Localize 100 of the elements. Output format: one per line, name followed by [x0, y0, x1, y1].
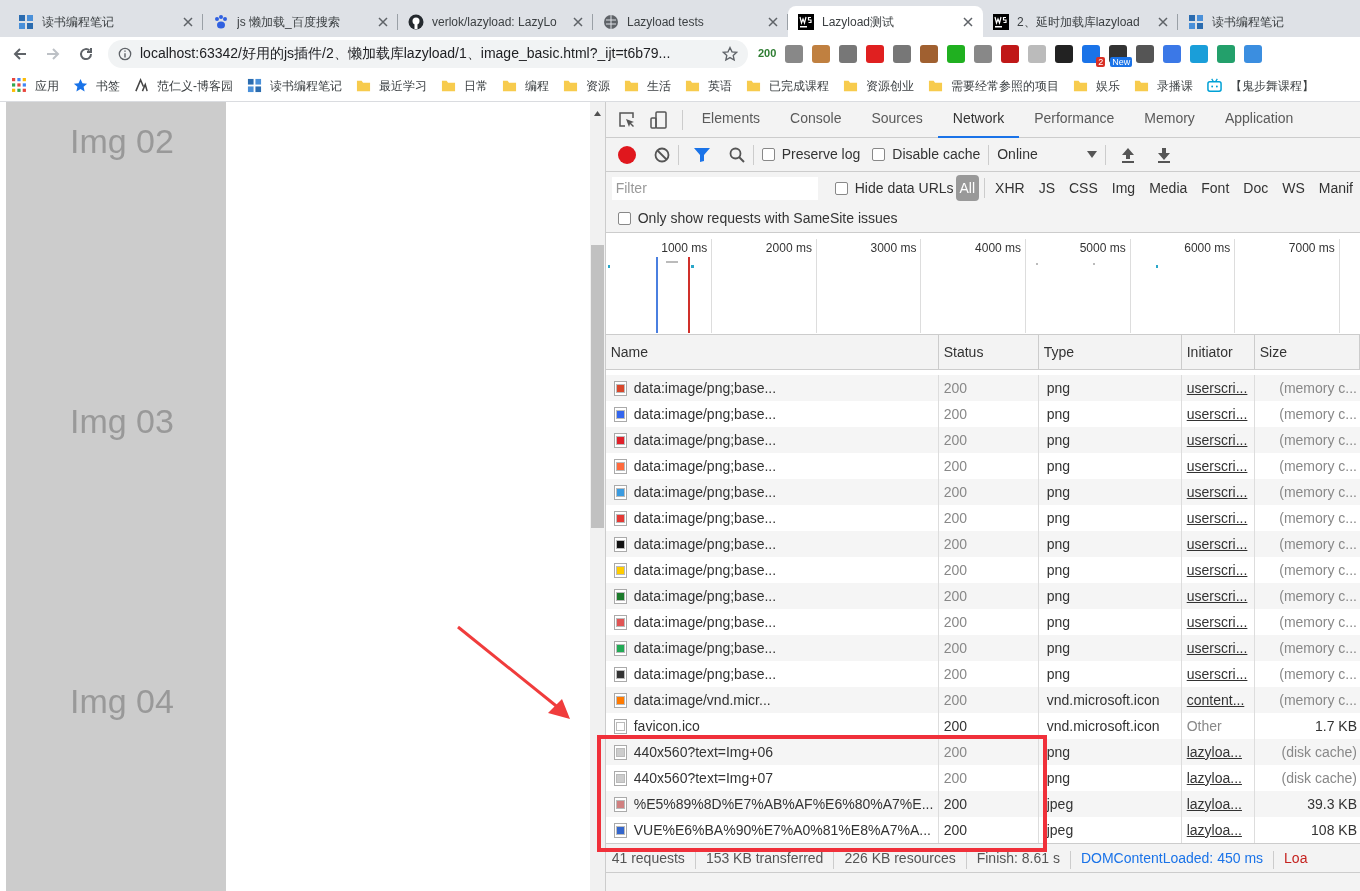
bookmark-item[interactable]: 资源 — [563, 72, 610, 99]
close-icon[interactable] — [963, 16, 973, 27]
devtools-tab[interactable]: Memory — [1129, 101, 1210, 138]
scrollbar-thumb[interactable] — [590, 245, 604, 528]
bookmark-item[interactable]: 娱乐 — [1073, 72, 1120, 99]
checkbox[interactable] — [617, 211, 631, 225]
request-name[interactable]: data:image/png;base... — [633, 403, 777, 425]
close-icon[interactable] — [378, 16, 388, 27]
initiator-link[interactable]: userscri... — [1186, 611, 1248, 633]
request-name[interactable]: data:image/vnd.micr... — [633, 689, 771, 711]
checkbox[interactable] — [761, 148, 775, 161]
initiator-link[interactable]: userscri... — [1186, 533, 1248, 555]
type-filter[interactable]: Font — [1197, 175, 1234, 201]
device-toolbar-icon[interactable] — [649, 110, 668, 129]
reload-icon[interactable] — [78, 45, 94, 62]
request-name[interactable]: %E5%89%8D%E7%AB%AF%E6%80%A7%E... — [633, 793, 934, 815]
bookmark-item[interactable]: 最近学习 — [356, 72, 427, 99]
bookmark-item[interactable]: 应用 — [12, 72, 59, 99]
info-icon[interactable] — [118, 46, 132, 61]
bookmark-item[interactable]: 读书编程笔记 — [247, 72, 342, 99]
devtools-tab[interactable]: Network — [937, 101, 1020, 138]
close-icon[interactable] — [183, 16, 193, 27]
devtools-tab[interactable]: Application — [1209, 101, 1309, 138]
bookmark-item[interactable]: 已完成课程 — [746, 72, 829, 99]
samesite-checkbox[interactable]: Only show requests with SameSite issues — [617, 207, 898, 229]
close-icon[interactable] — [1158, 16, 1168, 27]
initiator-link[interactable]: userscri... — [1186, 637, 1248, 659]
type-filter[interactable]: WS — [1278, 175, 1309, 201]
record-button[interactable] — [617, 145, 636, 164]
inspect-icon[interactable] — [617, 110, 636, 129]
initiator-link[interactable]: content... — [1186, 689, 1245, 711]
bookmark-item[interactable]: 日常 — [441, 72, 488, 99]
type-filter[interactable]: Img — [1107, 175, 1140, 201]
type-filter[interactable]: JS — [1034, 175, 1059, 201]
request-name[interactable]: 440x560?text=Img+07 — [633, 767, 774, 789]
request-name[interactable]: favicon.ico — [633, 715, 700, 737]
devtools-tab[interactable]: Performance — [1019, 101, 1130, 138]
initiator-link[interactable]: lazyloa... — [1186, 819, 1242, 841]
column-header[interactable]: Name — [605, 335, 939, 369]
bookmark-item[interactable]: 【鬼步舞课程】 — [1207, 72, 1314, 99]
initiator-link[interactable]: userscri... — [1186, 585, 1248, 607]
initiator-link[interactable]: userscri... — [1186, 429, 1248, 451]
type-filter[interactable]: XHR — [991, 175, 1029, 201]
initiator-link[interactable]: userscri... — [1186, 507, 1248, 529]
type-filter[interactable]: Media — [1145, 175, 1192, 201]
clear-icon[interactable] — [653, 146, 670, 163]
initiator-link[interactable]: userscri... — [1186, 481, 1248, 503]
bookmark-item[interactable]: 录播课 — [1134, 72, 1193, 99]
throttling-dropdown[interactable]: Online — [997, 144, 1098, 165]
bookmark-item[interactable]: 编程 — [502, 72, 549, 99]
bookmark-item[interactable]: 生活 — [624, 72, 671, 99]
browser-tab[interactable]: Lazyload测试 — [788, 6, 983, 37]
initiator-link[interactable]: lazyloa... — [1186, 767, 1242, 789]
request-name[interactable]: data:image/png;base... — [633, 533, 777, 555]
preserve-log-checkbox[interactable]: Preserve log — [761, 144, 861, 165]
type-filter[interactable]: CSS — [1065, 175, 1102, 201]
column-header[interactable]: Type — [1038, 335, 1182, 369]
address-bar[interactable]: localhost:63342/好用的js插件/2、懒加载库lazyload/1、image_basic.html?_ijt=t6b79... — [108, 39, 748, 68]
initiator-link[interactable]: userscri... — [1186, 663, 1248, 685]
hide-data-urls-checkbox[interactable]: Hide data URLs — [834, 177, 954, 199]
request-name[interactable]: data:image/png;base... — [633, 585, 777, 607]
column-header[interactable]: Size — [1254, 335, 1360, 369]
devtools-tab[interactable]: Elements — [686, 101, 776, 138]
request-name[interactable]: data:image/png;base... — [633, 377, 777, 399]
type-filter[interactable]: Doc — [1239, 175, 1273, 201]
bookmark-item[interactable]: 需要经常参照的项目 — [928, 72, 1059, 99]
request-name[interactable]: data:image/png;base... — [633, 637, 777, 659]
filter-field[interactable]: Filter — [611, 176, 818, 200]
request-name[interactable]: 440x560?text=Img+06 — [633, 741, 774, 763]
initiator-link[interactable]: userscri... — [1186, 377, 1248, 399]
bookmark-item[interactable]: 英语 — [685, 72, 732, 99]
devtools-tab[interactable]: Console — [775, 101, 857, 138]
request-name[interactable]: data:image/png;base... — [633, 455, 777, 477]
bookmark-item[interactable]: 范仁义-博客园 — [134, 72, 233, 99]
extension-icon[interactable] — [1136, 44, 1155, 63]
close-icon[interactable] — [768, 16, 778, 27]
devtools-tab[interactable]: Sources — [856, 101, 938, 138]
bookmark-item[interactable]: 资源创业 — [843, 72, 914, 99]
request-name[interactable]: VUE%E6%BA%90%E7%A0%81%E8%A7%A... — [633, 819, 931, 841]
request-name[interactable]: data:image/png;base... — [633, 611, 777, 633]
download-icon[interactable] — [1156, 146, 1173, 163]
initiator-link[interactable]: userscri... — [1186, 559, 1248, 581]
initiator-link[interactable]: userscri... — [1186, 455, 1248, 477]
initiator-link[interactable]: lazyloa... — [1186, 793, 1242, 815]
column-header[interactable]: Initiator — [1181, 335, 1255, 369]
initiator-link[interactable]: userscri... — [1186, 403, 1248, 425]
column-header[interactable]: Status — [938, 335, 1039, 369]
extension-counter[interactable]: 200 — [758, 45, 777, 62]
bookmark-star-icon[interactable] — [722, 45, 738, 62]
search-icon[interactable] — [728, 146, 745, 163]
back-icon[interactable] — [12, 45, 28, 62]
request-name[interactable]: data:image/png;base... — [633, 481, 777, 503]
checkbox[interactable] — [834, 181, 848, 195]
request-name[interactable]: data:image/png;base... — [633, 507, 777, 529]
close-icon[interactable] — [573, 16, 583, 27]
extension-icon[interactable] — [1055, 44, 1074, 63]
extension-icon[interactable] — [1001, 44, 1020, 63]
request-name[interactable]: data:image/png;base... — [633, 663, 777, 685]
bookmark-item[interactable]: 书签 — [73, 72, 120, 99]
scroll-up-icon[interactable] — [593, 111, 601, 116]
